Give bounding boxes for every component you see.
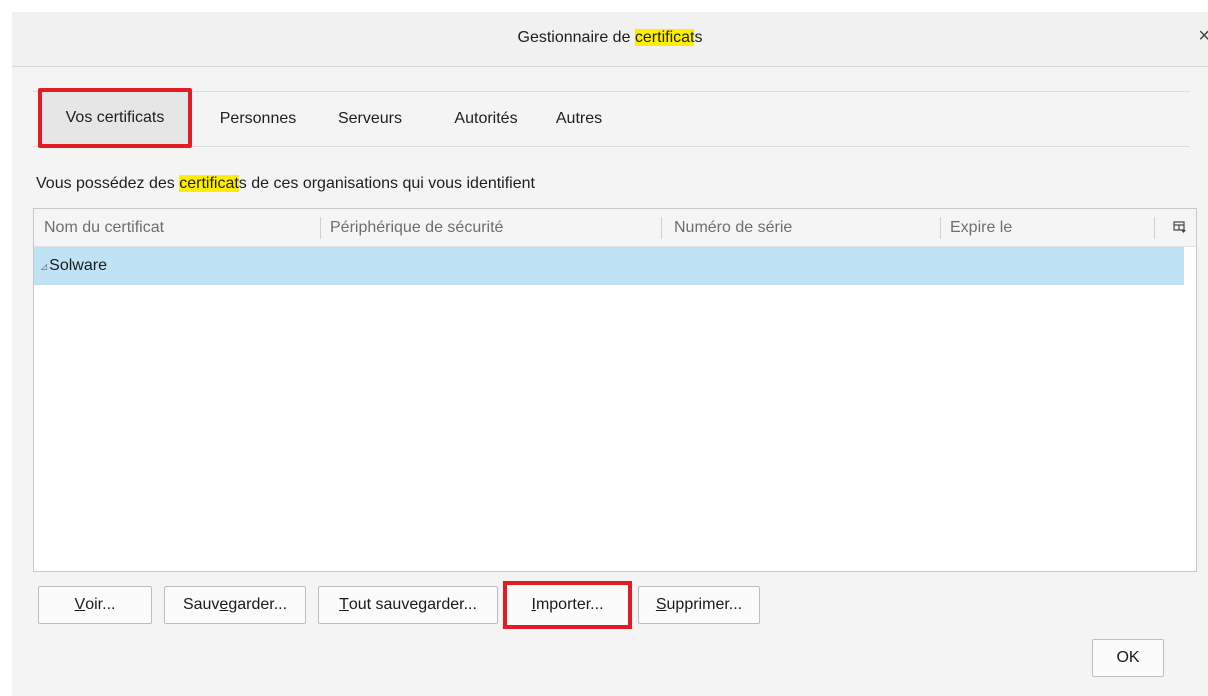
column-header-serial[interactable]: Numéro de série [674,209,792,247]
button-label: mporter... [535,596,604,613]
tab-your-certificates[interactable]: Vos certificats [38,88,192,148]
column-header-device[interactable]: Périphérique de sécurité [330,209,503,247]
dialog-body: Vos certificats Personnes Serveurs Autor… [12,67,1208,696]
tab-label: Autres [555,110,603,127]
backup-button[interactable]: Sauv e garder... [164,586,306,624]
title-prefix: Gestionnaire de [517,29,635,46]
tab-label: Serveurs [337,110,403,127]
delete-button[interactable]: Supprimer... [638,586,760,624]
column-separator[interactable] [940,217,941,239]
column-picker-icon[interactable] [1173,220,1187,234]
column-separator[interactable] [320,217,321,239]
tree-header: Nom du certificat Périphérique de sécuri… [34,209,1196,247]
intro-suffix: s de ces organisations qui vous identifi… [238,175,535,192]
tab-label: Autorités [454,110,518,127]
ok-button[interactable]: OK [1092,639,1164,677]
button-label: garder... [228,596,288,613]
accel-key: V [74,596,86,613]
tabstrip: Vos certificats Personnes Serveurs Autor… [33,88,1190,148]
accel-key: S [655,596,667,613]
title-suffix: s [694,29,703,46]
tab-people[interactable]: Personnes [214,98,302,140]
backup-all-button[interactable]: Tout sauvegarder... [318,586,498,624]
column-header-expires[interactable]: Expire le [950,209,1012,247]
intro-highlight: certificat [179,175,239,192]
import-button[interactable]: Importer... [507,585,628,625]
column-separator[interactable] [661,217,662,239]
import-button-highlight: Importer... [503,581,632,629]
close-icon[interactable]: × [1198,26,1208,46]
twisty-icon[interactable]: ◿ [41,262,47,271]
column-separator[interactable] [1154,217,1155,239]
button-label: upprimer... [666,596,743,613]
intro-prefix: Vous possédez des [36,175,180,192]
button-label: out sauvegarder... [348,596,477,613]
tab-label: Vos certificats [65,109,165,126]
tab-others[interactable]: Autres [550,98,608,140]
accel-key: T [339,596,349,613]
button-label: Sauv [182,596,220,613]
accel-key: e [219,596,229,613]
row-label: Solware [49,257,107,274]
tab-authorities[interactable]: Autorités [446,98,526,140]
tab-servers[interactable]: Serveurs [330,98,410,140]
window-title: Gestionnaire de certificats [12,29,1208,47]
button-label: oir... [85,596,116,613]
intro-text: Vous possédez des certificats de ces org… [36,175,535,193]
view-button[interactable]: Voir... [38,586,152,624]
certificate-tree[interactable]: Nom du certificat Périphérique de sécuri… [33,208,1197,572]
title-highlight: certificat [634,29,695,46]
title-bar: Gestionnaire de certificats × [12,12,1208,67]
tree-row-solware[interactable]: ◿ Solware [34,247,1184,285]
column-header-name[interactable]: Nom du certificat [44,209,164,247]
tab-label: Personnes [219,110,297,127]
